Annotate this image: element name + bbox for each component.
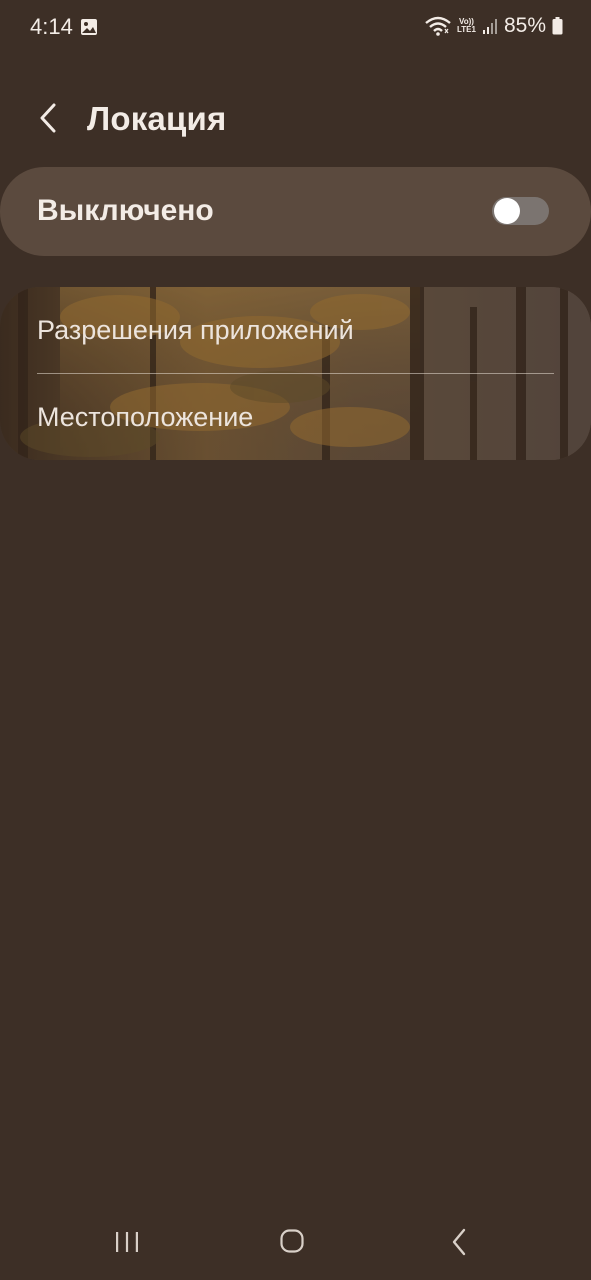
volte-tag-bottom: LTE1: [457, 25, 476, 34]
app-permissions-row[interactable]: Разрешения приложений: [0, 287, 591, 373]
back-button[interactable]: [30, 100, 70, 140]
location-toggle-switch[interactable]: [492, 197, 549, 225]
volte-lte-icon: Vo)) LTE1: [457, 18, 476, 34]
nav-back-button[interactable]: [440, 1224, 480, 1260]
page-title: Локация: [87, 100, 227, 137]
recents-icon: [116, 1232, 138, 1252]
recents-button[interactable]: [107, 1224, 147, 1260]
chevron-left-icon: [40, 103, 56, 133]
home-icon: [280, 1229, 304, 1253]
status-time: 4:14: [30, 14, 73, 39]
system-navigation-bar: [0, 1212, 591, 1272]
location-services-row[interactable]: Местоположение: [0, 374, 591, 460]
signal-strength-icon: [482, 19, 497, 34]
home-button[interactable]: [272, 1224, 312, 1260]
toggle-knob: [494, 198, 520, 224]
location-services-label: Местоположение: [37, 402, 254, 432]
location-master-toggle-row[interactable]: Выключено: [0, 167, 591, 256]
chevron-left-icon: [452, 1228, 466, 1256]
app-header: Локация: [0, 88, 591, 152]
gallery-notification-icon: [81, 19, 97, 35]
status-right-group: Vo)) LTE1 85%: [425, 14, 563, 38]
battery-icon: [552, 17, 563, 35]
location-options-card: Разрешения приложений Местоположение: [0, 287, 591, 460]
battery-percent: 85%: [503, 14, 546, 37]
app-permissions-label: Разрешения приложений: [37, 315, 354, 345]
status-bar: 4:14 Vo)) LTE1 85%: [0, 0, 591, 56]
wifi-icon: [425, 16, 451, 36]
location-status-label: Выключено: [37, 194, 214, 227]
